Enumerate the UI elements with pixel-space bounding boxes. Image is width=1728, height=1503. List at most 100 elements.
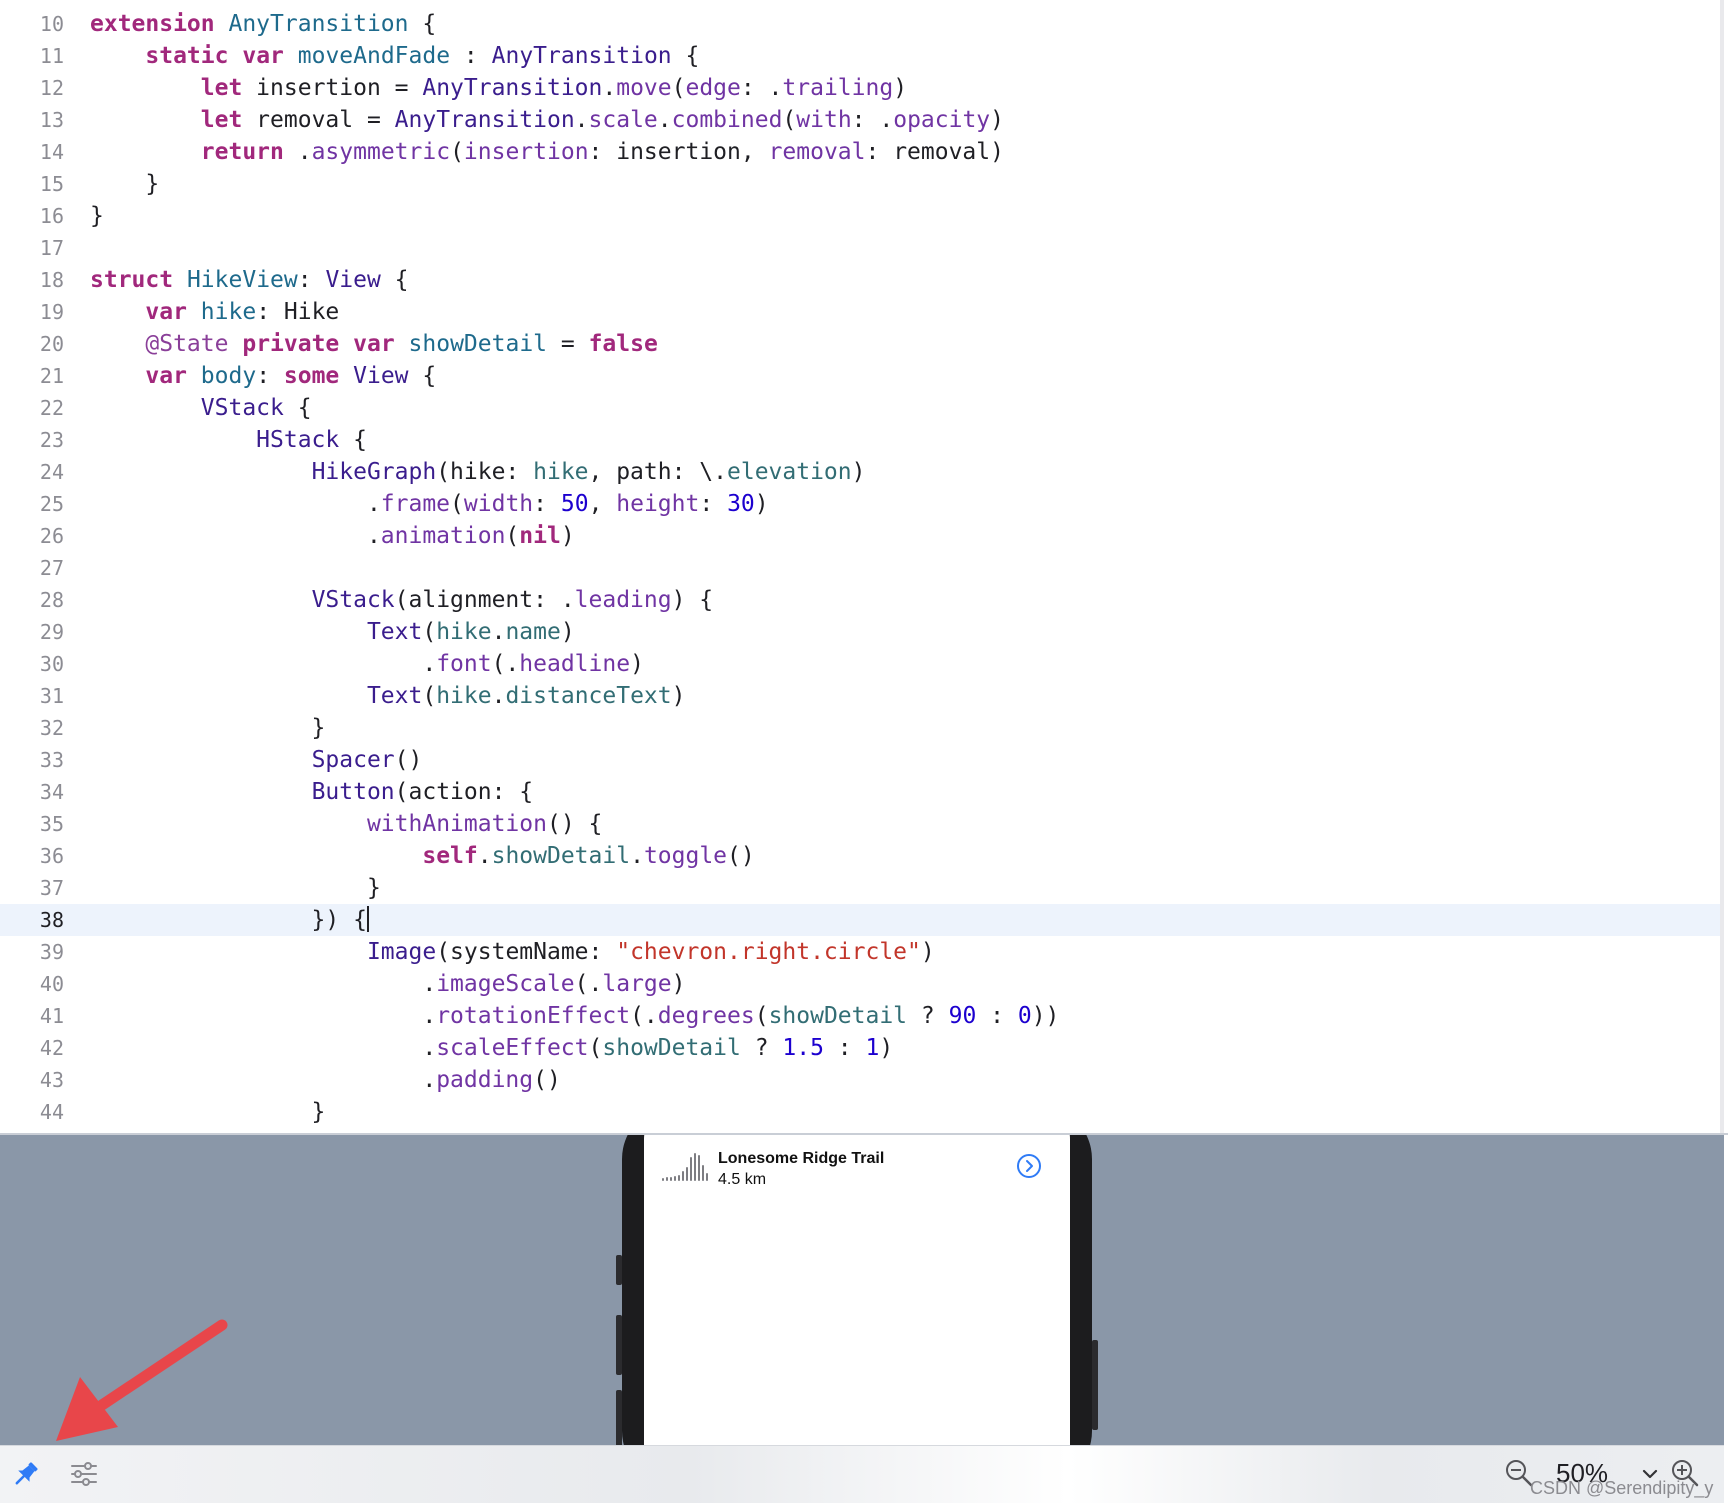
code-line[interactable]: 13 let removal = AnyTransition.scale.com…	[0, 104, 1724, 136]
code-text[interactable]: }	[90, 200, 104, 232]
line-number: 43	[39, 1068, 64, 1092]
code-line[interactable]: 23 HStack {	[0, 424, 1724, 456]
code-line[interactable]: 44 }	[0, 1096, 1724, 1128]
line-number: 11	[39, 44, 64, 68]
code-line[interactable]: 38 }) {	[0, 904, 1724, 936]
code-text[interactable]: }	[90, 1096, 326, 1128]
code-text[interactable]: @State private var showDetail = false	[90, 328, 657, 360]
code-line[interactable]: 41 .rotationEffect(.degrees(showDetail ?…	[0, 1000, 1724, 1032]
line-number: 18	[39, 268, 64, 292]
code-line[interactable]: 30 .font(.headline)	[0, 648, 1724, 680]
code-text[interactable]: Spacer()	[90, 744, 423, 776]
code-line[interactable]: 42 .scaleEffect(showDetail ? 1.5 : 1)	[0, 1032, 1724, 1064]
code-text[interactable]: }	[90, 712, 326, 744]
code-text[interactable]: VStack {	[90, 392, 312, 424]
code-text[interactable]: .scaleEffect(showDetail ? 1.5 : 1)	[90, 1032, 893, 1064]
code-line[interactable]: 40 .imageScale(.large)	[0, 968, 1724, 1000]
line-number: 40	[39, 972, 64, 996]
code-line[interactable]: 33 Spacer()	[0, 744, 1724, 776]
code-line[interactable]: 20 @State private var showDetail = false	[0, 328, 1724, 360]
code-line[interactable]: 35 withAnimation() {	[0, 808, 1724, 840]
code-lines[interactable]: 10 extension AnyTransition {11 static var…	[0, 8, 1724, 1128]
code-text[interactable]: .rotationEffect(.degrees(showDetail ? 90…	[90, 1000, 1059, 1032]
iphone-device-frame: Lonesome Ridge Trail 4.5 km	[616, 1135, 1098, 1445]
pin-icon[interactable]	[10, 1458, 42, 1490]
code-token: .	[90, 971, 437, 997]
code-line[interactable]: 25 .frame(width: 50, height: 30)	[0, 488, 1724, 520]
code-line[interactable]: 34 Button(action: {	[0, 776, 1724, 808]
code-token: {	[671, 43, 700, 69]
code-line[interactable]: 16}	[0, 200, 1724, 232]
code-text[interactable]: let insertion = AnyTransition.move(edge:…	[90, 72, 907, 104]
code-token: )	[990, 107, 1005, 133]
code-text[interactable]: .font(.headline)	[90, 648, 644, 680]
code-text[interactable]: static var moveAndFade : AnyTransition {	[90, 40, 699, 72]
line-number: 19	[39, 300, 64, 324]
code-line[interactable]: 36 self.showDetail.toggle()	[0, 840, 1724, 872]
code-text[interactable]: self.showDetail.toggle()	[90, 840, 754, 872]
code-text[interactable]: return .asymmetric(insertion: insertion,…	[90, 136, 1004, 168]
code-text[interactable]: Button(action: {	[90, 776, 534, 808]
code-token: .	[657, 107, 672, 133]
code-line[interactable]: 15 }	[0, 168, 1724, 200]
code-token: showDetail	[768, 1003, 908, 1029]
code-text[interactable]: var hike: Hike	[90, 296, 339, 328]
preview-canvas: Lonesome Ridge Trail 4.5 km	[0, 1135, 1724, 1445]
code-token: HikeGraph	[311, 459, 437, 485]
code-editor[interactable]: 10 extension AnyTransition {11 static var…	[0, 0, 1724, 1133]
code-line[interactable]: 28 VStack(alignment: .leading) {	[0, 584, 1724, 616]
code-text[interactable]: Image(systemName: "chevron.right.circle"…	[90, 936, 935, 968]
code-line[interactable]: 31 Text(hike.distanceText)	[0, 680, 1724, 712]
line-number: 22	[39, 396, 64, 420]
code-line[interactable]: 18 struct HikeView: View {	[0, 264, 1724, 296]
code-text[interactable]: let removal = AnyTransition.scale.combin…	[90, 104, 1004, 136]
code-text[interactable]: VStack(alignment: .leading) {	[90, 584, 714, 616]
line-number: 17	[39, 236, 64, 260]
code-line[interactable]: 14 return .asymmetric(insertion: inserti…	[0, 136, 1724, 168]
code-line[interactable]: 11 static var moveAndFade : AnyTransitio…	[0, 40, 1724, 72]
code-text[interactable]: HikeGraph(hike: hike, path: \.elevation)	[90, 456, 866, 488]
code-text[interactable]: withAnimation() {	[90, 808, 602, 840]
line-number: 44	[39, 1100, 64, 1124]
line-number: 32	[39, 716, 64, 740]
code-line[interactable]: 39 Image(systemName: "chevron.right.circ…	[0, 936, 1724, 968]
code-text[interactable]: .frame(width: 50, height: 30)	[90, 488, 769, 520]
code-text[interactable]: }) {	[90, 904, 369, 936]
code-token: Text	[366, 683, 423, 709]
code-line[interactable]: 27	[0, 552, 1724, 584]
code-token: : .	[740, 75, 783, 101]
code-text[interactable]: .animation(nil)	[90, 520, 575, 552]
code-line[interactable]: 32 }	[0, 712, 1724, 744]
hike-graph-icon	[662, 1153, 708, 1181]
code-line[interactable]: 21 var body: some View {	[0, 360, 1724, 392]
code-text[interactable]: .padding()	[90, 1064, 561, 1096]
code-text[interactable]: }	[90, 872, 381, 904]
code-line[interactable]: 19 var hike: Hike	[0, 296, 1724, 328]
code-text[interactable]: extension AnyTransition {	[90, 8, 436, 40]
editor-scrollbar[interactable]	[1720, 0, 1724, 1133]
code-text[interactable]: .imageScale(.large)	[90, 968, 685, 1000]
code-line[interactable]: 22 VStack {	[0, 392, 1724, 424]
code-token: .	[630, 843, 644, 869]
code-line[interactable]: 26 .animation(nil)	[0, 520, 1724, 552]
code-text[interactable]: Text(hike.name)	[90, 616, 575, 648]
chevron-right-circle-icon[interactable]	[1016, 1153, 1042, 1179]
code-line[interactable]: 29 Text(hike.name)	[0, 616, 1724, 648]
code-text[interactable]: var body: some View {	[90, 360, 436, 392]
code-text[interactable]: }	[90, 168, 159, 200]
code-line[interactable]: 10 extension AnyTransition {	[0, 8, 1724, 40]
code-line[interactable]: 12 let insertion = AnyTransition.move(ed…	[0, 72, 1724, 104]
code-text[interactable]: Text(hike.distanceText)	[90, 680, 686, 712]
code-line[interactable]: 17	[0, 232, 1724, 264]
code-token: some	[283, 363, 340, 389]
code-text[interactable]: struct HikeView: View {	[90, 264, 409, 296]
code-token: insertion =	[242, 75, 423, 101]
sliders-icon[interactable]	[68, 1458, 100, 1490]
code-text[interactable]: HStack {	[90, 424, 367, 456]
code-line[interactable]: 43 .padding()	[0, 1064, 1724, 1096]
code-token: (	[422, 683, 437, 709]
code-line[interactable]: 24 HikeGraph(hike: hike, path: \.elevati…	[0, 456, 1724, 488]
code-line[interactable]: 37 }	[0, 872, 1724, 904]
